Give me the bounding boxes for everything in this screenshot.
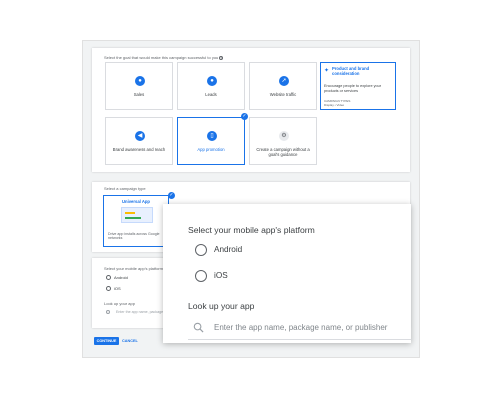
goal-tile-website-traffic[interactable]: ➚ Website traffic	[249, 62, 317, 110]
cursor-icon: ➚	[279, 76, 289, 86]
ios-label: iOS	[214, 271, 228, 280]
ios-radio[interactable]	[195, 270, 207, 282]
megaphone-icon: ◀	[135, 131, 145, 141]
universal-app-title: Universal App	[121, 199, 150, 204]
android-label: Android	[214, 245, 243, 254]
ios-radio[interactable]	[106, 286, 111, 291]
gear-icon: ⚙	[279, 131, 289, 141]
zoom-platform-title: Select your mobile app's platform	[188, 225, 315, 235]
goal-tile-no-goal[interactable]: ⚙ Create a campaign without a goal's gui…	[249, 117, 317, 165]
tile-label: Website traffic	[269, 92, 297, 97]
cancel-button[interactable]: CANCEL	[122, 337, 138, 345]
sparkle-icon: ✦	[324, 68, 330, 74]
platform-title: Select your mobile app's platform	[104, 266, 164, 271]
goal-tile-brand-awareness[interactable]: ◀ Brand awareness and reach	[105, 117, 173, 165]
tile-label: Sales	[133, 92, 145, 97]
featured-title: Product and brand consideration	[332, 66, 370, 76]
platform-zoom-panel: Select your mobile app's platform Androi…	[163, 204, 411, 343]
goal-tile-leads[interactable]: ● Leads	[177, 62, 245, 110]
app-search-input[interactable]: Enter the app name, package name, or pub…	[214, 323, 387, 332]
goal-tile-product-brand-consideration[interactable]: ✦ Product and brand consideration Encour…	[320, 62, 396, 110]
android-radio[interactable]	[106, 275, 111, 280]
tile-label: Leads	[205, 92, 217, 97]
goal-tile-app-promotion[interactable]: ▯ App promotion	[177, 117, 245, 165]
tile-label: Create a campaign without a goal's guida…	[256, 147, 310, 157]
universal-app-illustration	[121, 207, 153, 223]
search-icon	[193, 322, 204, 333]
lookup-label: Look up your app	[104, 301, 135, 306]
goal-section-title: Select the goal that would make this cam…	[104, 55, 224, 60]
check-icon: ✓	[241, 113, 248, 120]
featured-description: Encourage people to explore your product…	[324, 84, 381, 93]
tag-icon: ●	[135, 76, 145, 86]
campaign-types-value: Display • Video	[324, 102, 345, 107]
android-label: Android	[114, 275, 128, 280]
android-radio[interactable]	[195, 244, 207, 256]
tile-label: App promotion	[197, 147, 225, 152]
search-icon	[106, 310, 110, 314]
phone-icon: ▯	[207, 131, 217, 141]
tile-label: Brand awareness and reach	[112, 147, 166, 152]
check-icon: ✓	[168, 192, 175, 199]
help-icon[interactable]: ?	[219, 56, 224, 60]
zoom-lookup-label: Look up your app	[188, 301, 255, 311]
campaign-types: CAMPAIGN TYPES Display • Video	[324, 99, 350, 108]
universal-app-description: Drive app installs across Google network…	[108, 232, 160, 241]
goal-tile-sales[interactable]: ● Sales	[105, 62, 173, 110]
search-underline	[188, 339, 411, 340]
universal-app-tile[interactable]: Universal App Drive app installs across …	[103, 195, 169, 247]
continue-button[interactable]: CONTINUE	[94, 337, 119, 345]
people-icon: ●	[207, 76, 217, 86]
campaign-type-title: Select a campaign type	[104, 186, 146, 191]
ios-label: iOS	[114, 286, 121, 291]
